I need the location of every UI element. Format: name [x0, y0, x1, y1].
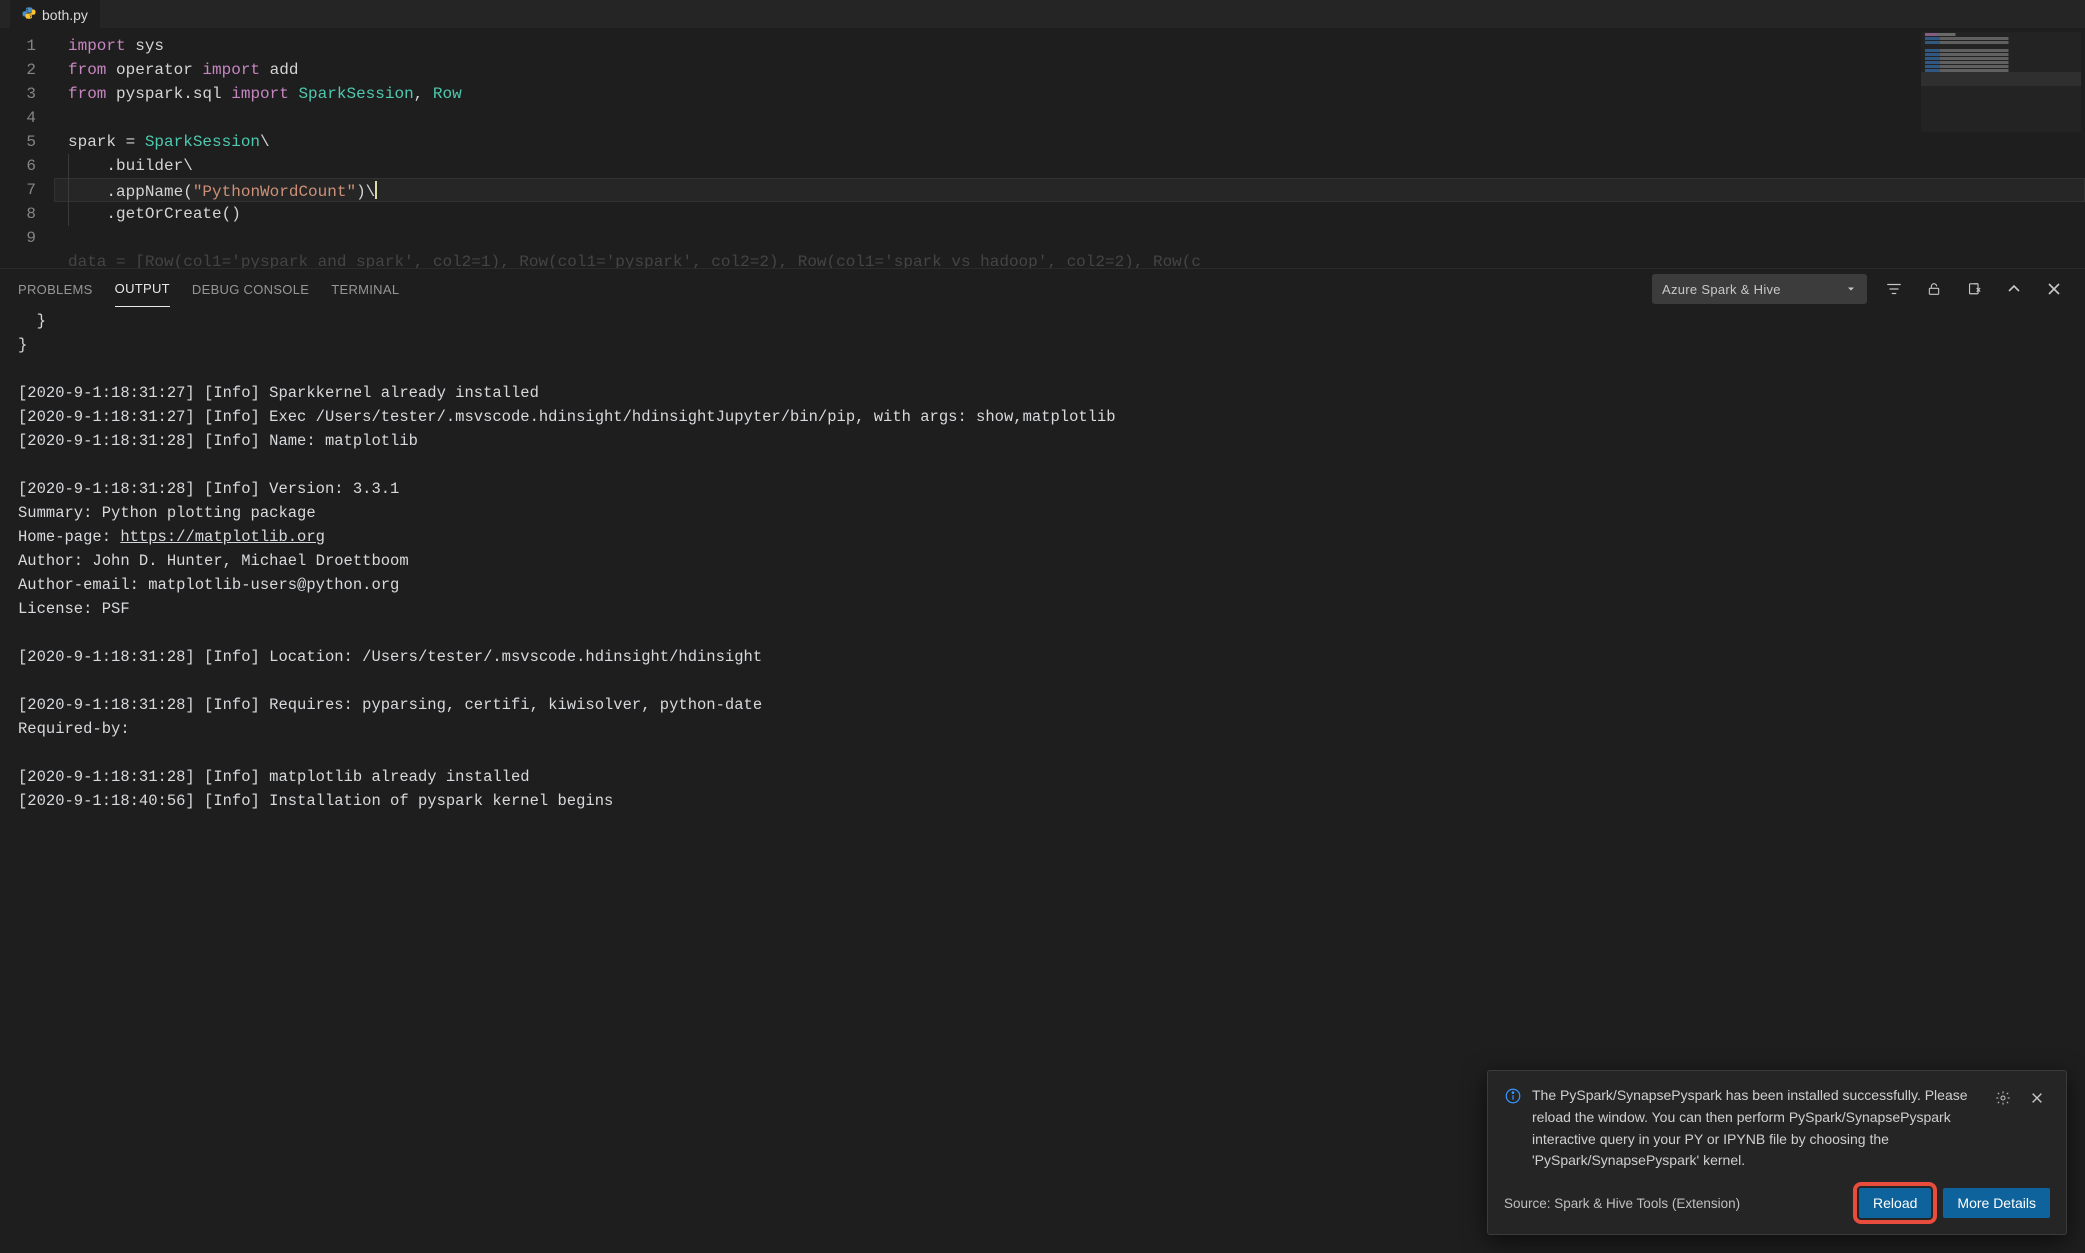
minimap-viewport[interactable] [1921, 72, 2081, 86]
gutter: 123456789 [0, 28, 54, 268]
lock-icon[interactable] [1921, 276, 1947, 302]
code-area[interactable]: import sysfrom operator import addfrom p… [54, 28, 2085, 268]
output-text: } } [2020-9-1:18:31:27] [Info] Sparkkern… [18, 309, 2067, 813]
tab-debug-console[interactable]: DEBUG CONSOLE [192, 272, 309, 307]
tab-bar: both.py [0, 0, 2085, 28]
close-icon[interactable] [2024, 1085, 2050, 1111]
gear-icon[interactable] [1990, 1085, 2016, 1111]
clear-output-icon[interactable] [1961, 276, 1987, 302]
minimap[interactable] [1921, 32, 2081, 132]
more-details-button[interactable]: More Details [1943, 1188, 2050, 1218]
tab-terminal[interactable]: TERMINAL [331, 272, 399, 307]
filter-icon[interactable] [1881, 276, 1907, 302]
close-panel-icon[interactable] [2041, 276, 2067, 302]
output-channel-select[interactable]: Azure Spark & Hive [1652, 274, 1867, 304]
tab-title: both.py [42, 7, 88, 23]
tab-problems[interactable]: PROBLEMS [18, 272, 93, 307]
info-icon [1504, 1087, 1522, 1108]
editor-tab[interactable]: both.py [10, 0, 100, 28]
toast-message: The PySpark/SynapsePyspark has been inst… [1532, 1085, 1976, 1172]
python-icon [22, 6, 36, 23]
notification-toast: The PySpark/SynapsePyspark has been inst… [1487, 1070, 2067, 1235]
editor[interactable]: 123456789 import sysfrom operator import… [0, 28, 2085, 268]
chevron-up-icon[interactable] [2001, 276, 2027, 302]
tab-output[interactable]: OUTPUT [115, 271, 170, 307]
chevron-down-icon [1845, 283, 1857, 295]
reload-button[interactable]: Reload [1859, 1188, 1931, 1218]
toast-source: Source: Spark & Hive Tools (Extension) [1504, 1196, 1847, 1211]
output-channel-label: Azure Spark & Hive [1662, 282, 1781, 297]
